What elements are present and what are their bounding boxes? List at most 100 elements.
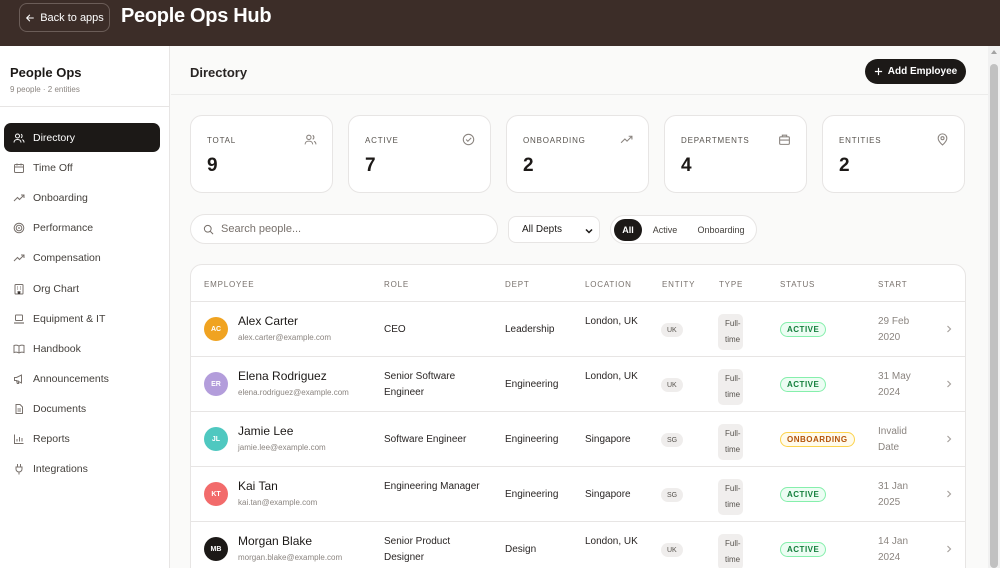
- trending-icon: [13, 194, 25, 201]
- employment-type-badge: Full-time: [718, 479, 743, 515]
- sidebar: People Ops 9 people · 2 entities Directo…: [0, 46, 170, 568]
- arrow-left-icon: [26, 14, 35, 21]
- table-row[interactable]: MB Morgan Blake morgan.blake@example.com…: [191, 522, 965, 568]
- scrollbar-thumb[interactable]: [990, 64, 998, 568]
- status-badge: ACTIVE: [780, 377, 827, 392]
- search-field[interactable]: [190, 214, 498, 244]
- stat-card-onboarding: ONBOARDING 2: [506, 115, 649, 193]
- start-date: 29 Feb 2020: [878, 316, 910, 343]
- sidebar-item-label: Performance: [33, 221, 94, 234]
- stat-label: ONBOARDING: [523, 136, 586, 145]
- employee-email: jamie.lee@example.com: [238, 443, 326, 452]
- employee-location: London, UK: [585, 316, 638, 327]
- stat-value: 4: [681, 155, 692, 176]
- back-to-apps-button[interactable]: Back to apps: [19, 3, 110, 32]
- employee-dept: Engineering: [505, 434, 559, 445]
- chevron-down-icon: [585, 228, 593, 234]
- stat-card-entities: ENTITIES 2: [822, 115, 965, 193]
- stat-value: 2: [839, 155, 850, 176]
- sidebar-item-label: Org Chart: [33, 282, 80, 295]
- sidebar-item-onboarding[interactable]: Onboarding: [4, 183, 160, 212]
- table-row[interactable]: AC Alex Carter alex.carter@example.com C…: [191, 302, 965, 357]
- sidebar-subtitle: 9 people · 2 entities: [10, 85, 80, 94]
- chevron-right-icon: [947, 490, 952, 498]
- top-bar: Back to apps People Ops Hub: [0, 0, 1000, 46]
- employment-type-badge: Full-time: [718, 369, 743, 405]
- check-circle-icon: [462, 133, 475, 146]
- back-to-apps-label: Back to apps: [40, 11, 104, 24]
- plug-icon: [15, 463, 23, 474]
- sidebar-item-label: Equipment & IT: [33, 312, 106, 325]
- status-badge: ACTIVE: [780, 487, 827, 502]
- status-badge: ACTIVE: [780, 322, 827, 337]
- table-row[interactable]: KT Kai Tan kai.tan@example.com Engineeri…: [191, 467, 965, 522]
- filter-all[interactable]: All: [614, 219, 642, 241]
- sidebar-item-label: Compensation: [33, 251, 101, 264]
- sidebar-item-directory[interactable]: Directory: [4, 123, 160, 152]
- sidebar-item-label: Handbook: [33, 342, 81, 355]
- status-filter-group: All Active Onboarding: [610, 215, 757, 244]
- sidebar-item-label: Time Off: [33, 161, 73, 174]
- page-scrollbar[interactable]: [988, 46, 1000, 568]
- sidebar-item-handbook[interactable]: Handbook: [4, 334, 160, 363]
- page-title: Directory: [190, 65, 248, 80]
- chevron-right-icon: [947, 435, 952, 443]
- document-icon: [15, 403, 23, 414]
- sidebar-item-announcements[interactable]: Announcements: [4, 364, 160, 393]
- main-header: Directory Add Employee: [171, 46, 1000, 95]
- employee-email: kai.tan@example.com: [238, 498, 318, 507]
- entity-badge: SG: [661, 488, 684, 502]
- employment-type-badge: Full-time: [718, 534, 743, 568]
- column-header: ROLE: [384, 280, 409, 289]
- users-icon: [13, 133, 25, 143]
- employee-role: Senior Product Designer: [384, 536, 451, 563]
- sidebar-item-compensation[interactable]: Compensation: [4, 243, 160, 272]
- sidebar-item-equipment[interactable]: Equipment & IT: [4, 304, 160, 333]
- start-date: Invalid Date: [878, 426, 907, 453]
- department-select[interactable]: All Depts: [508, 216, 600, 243]
- employee-role: Engineering Manager: [384, 481, 480, 492]
- target-icon: [13, 222, 25, 233]
- stat-label: TOTAL: [207, 136, 237, 145]
- chevron-right-icon: [947, 380, 952, 388]
- employee-location: Singapore: [585, 489, 631, 500]
- employee-email: morgan.blake@example.com: [238, 553, 343, 562]
- column-header: STATUS: [780, 280, 816, 289]
- filter-onboarding[interactable]: Onboarding: [689, 219, 753, 241]
- sidebar-header: People Ops 9 people · 2 entities: [0, 46, 169, 107]
- sidebar-item-time-off[interactable]: Time Off: [4, 153, 160, 182]
- employee-name: Elena Rodriguez: [238, 369, 327, 383]
- avatar: ER: [204, 372, 228, 396]
- column-header: START: [878, 280, 908, 289]
- sidebar-item-org-chart[interactable]: Org Chart: [4, 274, 160, 303]
- stat-value: 7: [365, 155, 376, 176]
- column-header: LOCATION: [585, 280, 632, 289]
- employee-email: elena.rodriguez@example.com: [238, 388, 349, 397]
- add-employee-button[interactable]: Add Employee: [865, 59, 966, 84]
- sidebar-item-documents[interactable]: Documents: [4, 394, 160, 423]
- stat-card-departments: DEPARTMENTS 4: [664, 115, 807, 193]
- stat-label: ACTIVE: [365, 136, 399, 145]
- table-row[interactable]: ER Elena Rodriguez elena.rodriguez@examp…: [191, 357, 965, 412]
- avatar: MB: [204, 537, 228, 561]
- entity-badge: UK: [661, 378, 683, 392]
- stat-card-active: ACTIVE 7: [348, 115, 491, 193]
- employee-name: Jamie Lee: [238, 424, 294, 438]
- filter-active[interactable]: Active: [647, 219, 683, 241]
- table-row[interactable]: JL Jamie Lee jamie.lee@example.com Softw…: [191, 412, 965, 467]
- sidebar-item-performance[interactable]: Performance: [4, 213, 160, 242]
- sidebar-item-label: Integrations: [33, 462, 88, 475]
- scroll-up-arrow-icon[interactable]: [991, 50, 997, 54]
- column-header: DEPT: [505, 280, 530, 289]
- employee-name: Alex Carter: [238, 314, 299, 328]
- sidebar-item-reports[interactable]: Reports: [4, 424, 160, 453]
- briefcase-icon: [779, 134, 790, 145]
- start-date: 14 Jan 2024: [878, 536, 909, 563]
- trending-icon: [13, 254, 25, 261]
- sidebar-item-integrations[interactable]: Integrations: [4, 454, 160, 483]
- sidebar-title: People Ops: [10, 65, 82, 80]
- plus-icon: [874, 67, 882, 76]
- column-header: TYPE: [719, 280, 744, 289]
- stat-label: DEPARTMENTS: [681, 136, 750, 145]
- search-input[interactable]: [221, 223, 481, 235]
